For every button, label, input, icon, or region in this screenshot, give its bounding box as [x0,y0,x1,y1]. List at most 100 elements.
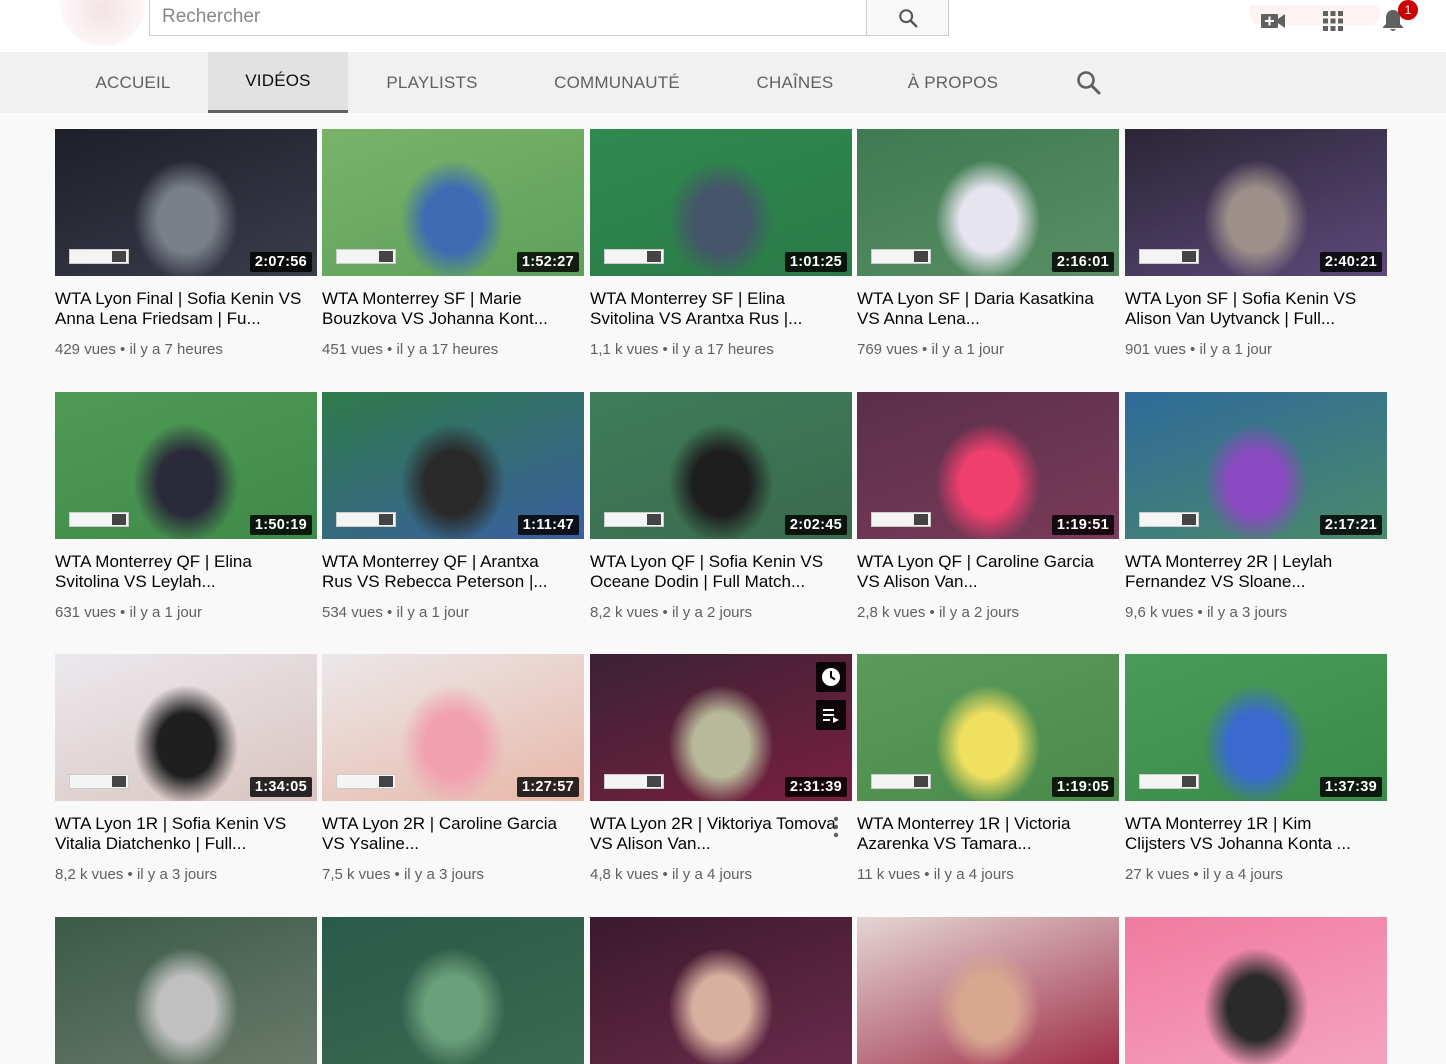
video-metadata: 534 vues • il y a 1 jour [322,604,469,621]
video-duration: 1:52:27 [516,252,579,272]
view-count: 429 vues [55,341,116,358]
separator-dot: • [920,866,934,883]
video-metadata: 11 k vues • il y a 4 jours [857,866,1014,883]
video-title[interactable]: WTA Lyon 2R | Caroline Garcia VS Ysaline… [322,814,572,854]
video-duration: 1:19:05 [1051,777,1114,797]
video-metadata: 2,8 k vues • il y a 2 jours [857,604,1019,621]
video-duration: 2:31:39 [784,777,847,797]
video-thumbnail[interactable]: 2:31:39 [590,654,852,801]
video-thumbnail[interactable]: 1:11:47 [322,392,584,539]
view-count: 1,1 k vues [590,341,659,358]
video-duration: 2:40:21 [1319,252,1382,272]
tab-accueil[interactable]: ACCUEIL [68,52,198,113]
separator-dot: • [925,604,939,621]
video-metadata: 631 vues • il y a 1 jour [55,604,202,621]
separator-dot: • [115,341,130,358]
video-thumbnail[interactable] [55,917,317,1064]
separator-dot: • [658,604,672,621]
tab-chaines[interactable]: CHAÎNES [738,52,852,113]
video-thumbnail[interactable] [1125,917,1387,1064]
video-title[interactable]: WTA Monterrey SF | Marie Bouzkova VS Joh… [322,289,572,329]
video-title[interactable]: WTA Monterrey QF | Arantxa Rus VS Rebecc… [322,552,572,592]
scoreboard-graphic [69,249,129,264]
video-thumbnail[interactable] [590,917,852,1064]
scoreboard-graphic [604,512,664,527]
video-thumbnail[interactable]: 2:17:21 [1125,392,1387,539]
add-to-queue-icon[interactable] [816,700,846,730]
scoreboard-graphic [871,512,931,527]
video-thumbnail[interactable]: 2:07:56 [55,129,317,276]
upload-age: il y a 1 jour [129,604,203,621]
separator-dot: • [382,604,397,621]
video-title[interactable]: WTA Monterrey 1R | Victoria Azarenka VS … [857,814,1107,854]
upload-age: il y a 1 jour [931,341,1005,358]
create-video-icon[interactable] [1260,8,1286,34]
video-title[interactable]: WTA Monterrey SF | Elina Svitolina VS Ar… [590,289,840,329]
video-title[interactable]: WTA Monterrey 2R | Leylah Fernandez VS S… [1125,552,1375,592]
video-metadata: 8,2 k vues • il y a 2 jours [590,604,752,621]
video-duration: 1:27:57 [516,777,579,797]
video-title[interactable]: WTA Lyon 2R | Viktoriya Tomova VS Alison… [590,814,840,854]
video-title[interactable]: WTA Monterrey 1R | Kim Clijsters VS Joha… [1125,814,1375,854]
video-thumbnail[interactable]: 1:50:19 [55,392,317,539]
scoreboard-graphic [604,249,664,264]
upload-age: il y a 3 jours [136,866,218,883]
tab-communaute[interactable]: COMMUNAUTÉ [536,52,698,113]
video-thumbnail[interactable]: 1:19:05 [857,654,1119,801]
upload-age: il y a 17 heures [396,341,499,358]
separator-dot: • [658,866,672,883]
scoreboard-graphic [871,249,931,264]
video-title[interactable]: WTA Lyon 1R | Sofia Kenin VS Vitalia Dia… [55,814,305,854]
video-metadata: 901 vues • il y a 1 jour [1125,341,1272,358]
video-duration: 1:50:19 [249,515,312,535]
tab-playlists[interactable]: PLAYLISTS [368,52,496,113]
upload-age: il y a 1 jour [1199,341,1273,358]
separator-dot: • [658,341,672,358]
scoreboard-graphic [1139,774,1199,789]
view-count: 901 vues [1125,341,1186,358]
channel-logo[interactable] [60,0,146,46]
watch-later-icon[interactable] [816,662,846,692]
view-count: 7,5 k vues [322,866,391,883]
scoreboard-graphic [336,512,396,527]
video-thumbnail[interactable]: 1:52:27 [322,129,584,276]
video-title[interactable]: WTA Lyon SF | Daria Kasatkina VS Anna Le… [857,289,1107,329]
scoreboard-graphic [336,249,396,264]
video-title[interactable]: WTA Lyon QF | Sofia Kenin VS Oceane Dodi… [590,552,840,592]
view-count: 27 k vues [1125,866,1190,883]
video-thumbnail[interactable] [322,917,584,1064]
video-title[interactable]: WTA Lyon SF | Sofia Kenin VS Alison Van … [1125,289,1375,329]
video-thumbnail[interactable]: 2:02:45 [590,392,852,539]
view-count: 8,2 k vues [590,604,659,621]
channel-search-icon[interactable] [1074,68,1104,98]
video-metadata: 8,2 k vues • il y a 3 jours [55,866,217,883]
tab-a-propos[interactable]: À PROPOS [892,52,1014,113]
video-title[interactable]: WTA Monterrey QF | Elina Svitolina VS Le… [55,552,305,592]
scoreboard-graphic [336,774,396,789]
tab-videos[interactable]: VIDÉOS [208,52,348,113]
video-duration: 2:02:45 [784,515,847,535]
video-duration: 1:01:25 [784,252,847,272]
separator-dot: • [1189,866,1203,883]
video-thumbnail[interactable]: 1:37:39 [1125,654,1387,801]
more-actions-icon[interactable] [831,815,841,839]
apps-grid-icon[interactable] [1320,8,1346,34]
video-thumbnail[interactable]: 1:01:25 [590,129,852,276]
separator-dot: • [382,341,397,358]
video-thumbnail[interactable]: 1:34:05 [55,654,317,801]
video-title[interactable]: WTA Lyon Final | Sofia Kenin VS Anna Len… [55,289,305,329]
video-thumbnail[interactable] [857,917,1119,1064]
video-title[interactable]: WTA Lyon QF | Caroline Garcia VS Alison … [857,552,1107,592]
video-thumbnail[interactable]: 1:27:57 [322,654,584,801]
upload-age: il y a 2 jours [671,604,753,621]
video-duration: 2:16:01 [1051,252,1114,272]
search-button[interactable] [867,0,949,36]
video-thumbnail[interactable]: 2:40:21 [1125,129,1387,276]
upload-age: il y a 3 jours [1206,604,1288,621]
view-count: 4,8 k vues [590,866,659,883]
video-thumbnail[interactable]: 1:19:51 [857,392,1119,539]
search-box [149,0,867,36]
video-thumbnail[interactable]: 2:16:01 [857,129,1119,276]
search-input[interactable] [150,0,852,34]
separator-dot: • [390,866,404,883]
